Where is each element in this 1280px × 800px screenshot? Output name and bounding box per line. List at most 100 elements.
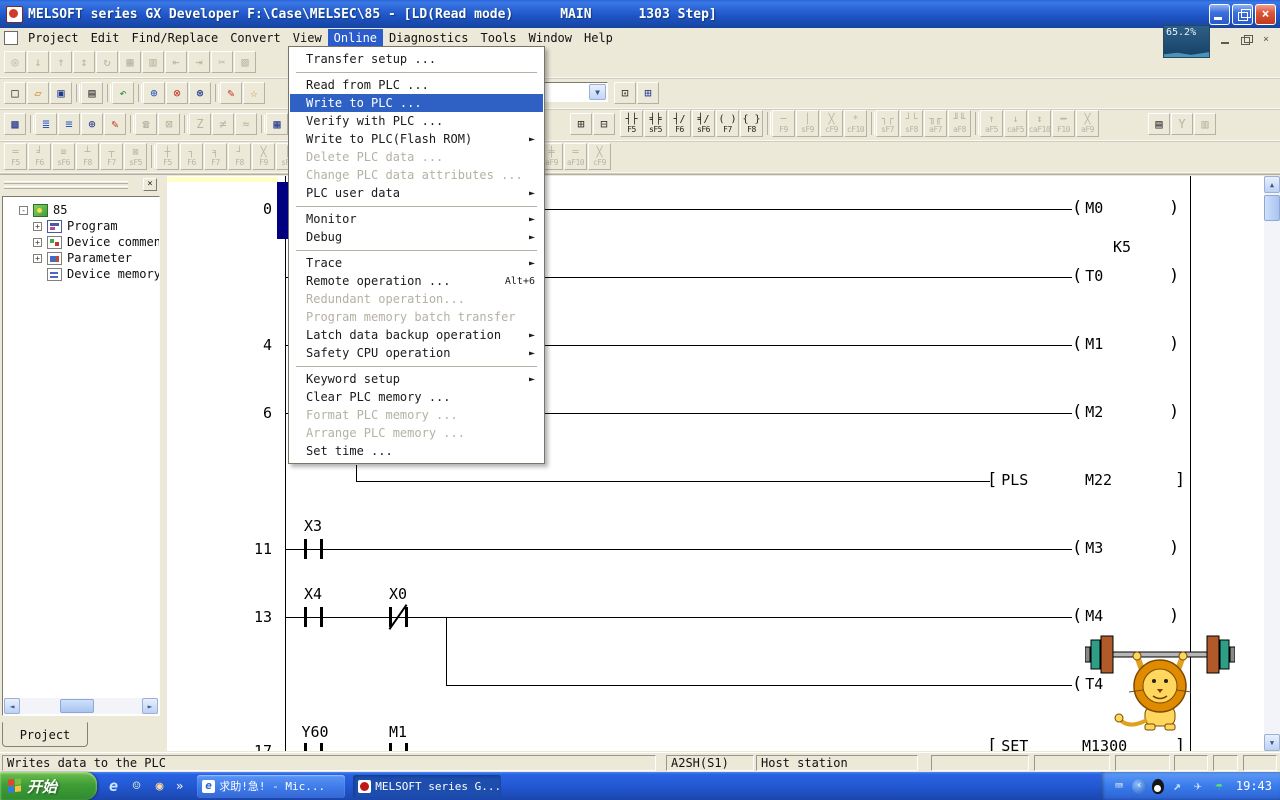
scroll-right-icon[interactable]: ► bbox=[142, 698, 158, 714]
ladder-symbol-button[interactable]: ┘ F8 bbox=[228, 143, 251, 170]
contact-M1[interactable] bbox=[389, 743, 392, 751]
mdi-restore-button[interactable] bbox=[1238, 33, 1254, 46]
menu-item[interactable] bbox=[290, 202, 543, 210]
tree-item[interactable]: + Program bbox=[33, 218, 118, 234]
keyboard-icon[interactable]: ⌨ bbox=[1111, 779, 1127, 794]
tree-item[interactable]: + Device comment bbox=[33, 234, 160, 250]
tree-horizontal-scrollbar[interactable]: ◄ ► bbox=[4, 698, 158, 714]
coil-M2[interactable]: M2 bbox=[1072, 403, 1103, 421]
coil-M3[interactable]: M3 bbox=[1072, 539, 1103, 557]
ladder-symbol-button[interactable]: ┐ F6 bbox=[180, 143, 203, 170]
internet-explorer-icon[interactable]: e bbox=[105, 778, 122, 795]
ladder-symbol-button[interactable]: ┼ F5 bbox=[156, 143, 179, 170]
menubar-item[interactable]: Edit bbox=[85, 29, 126, 47]
menubar-item[interactable]: Tools bbox=[475, 29, 523, 47]
ladder-symbol-button[interactable]: ╛ F6 bbox=[28, 143, 51, 170]
toolbar-button[interactable]: ↓ bbox=[27, 51, 49, 73]
menu-item[interactable]: Transfer setup ... bbox=[290, 50, 543, 68]
toolbar-button[interactable]: ≈ bbox=[235, 113, 257, 135]
ladder-symbol-button[interactable]: ↕ caF10 bbox=[1028, 110, 1051, 137]
toolbar-button[interactable]: Y bbox=[1171, 113, 1193, 135]
menu-item[interactable]: Change PLC data attributes ... bbox=[290, 166, 543, 184]
taskbar-task-button[interactable]: 求助!急! - Mic... bbox=[197, 775, 345, 798]
toolbar-button[interactable] bbox=[181, 113, 188, 135]
toolbar-button[interactable]: ✎ bbox=[220, 82, 242, 104]
tree-root-item[interactable]: - 85 bbox=[19, 202, 67, 218]
menu-item[interactable]: Program memory batch transfer bbox=[290, 308, 543, 326]
toolbar-button[interactable]: ⊟ bbox=[593, 113, 615, 135]
scroll-thumb[interactable] bbox=[60, 699, 94, 713]
menubar-item[interactable]: Diagnostics bbox=[383, 29, 474, 47]
menu-item[interactable]: Clear PLC memory ... bbox=[290, 388, 543, 406]
language-bar-icon[interactable]: ‹ bbox=[1132, 779, 1147, 794]
toolbar-button[interactable]: ⊠ bbox=[158, 113, 180, 135]
toolbar-button[interactable]: ⊗ bbox=[166, 82, 188, 104]
scroll-left-icon[interactable]: ◄ bbox=[4, 698, 20, 714]
toolbar-button[interactable]: ⊕ bbox=[81, 113, 103, 135]
ladder-symbol-button[interactable]: ↓ caF5 bbox=[1004, 110, 1027, 137]
instruction-SET[interactable]: SET bbox=[987, 737, 1028, 751]
toolbar-button[interactable]: ☆ bbox=[243, 82, 265, 104]
tree-item[interactable]: Device memory bbox=[33, 266, 160, 282]
toolbar-button[interactable]: ▤ bbox=[81, 82, 103, 104]
toolbar-button[interactable]: ↑ bbox=[50, 51, 72, 73]
toolbar-button[interactable]: ▩ bbox=[4, 113, 26, 135]
expand-box[interactable]: + bbox=[33, 238, 42, 247]
toolbar-button[interactable]: ✎ bbox=[104, 113, 126, 135]
toolbar-button[interactable] bbox=[27, 113, 34, 135]
arrow-icon[interactable]: ↗ bbox=[1169, 779, 1185, 794]
menubar-item[interactable]: Help bbox=[578, 29, 619, 47]
toolbar-button[interactable]: ▤ bbox=[1148, 113, 1170, 135]
menu-item[interactable]: Write to PLC(Flash ROM) ► bbox=[290, 130, 543, 148]
toolbar-button[interactable]: ≡ bbox=[58, 113, 80, 135]
ladder-symbol-button[interactable] bbox=[764, 110, 771, 137]
menu-item[interactable] bbox=[290, 246, 543, 254]
qq-icon[interactable] bbox=[1152, 779, 1164, 794]
mdi-minimize-button[interactable] bbox=[1218, 33, 1234, 46]
ladder-symbol-button[interactable]: ┴ F8 bbox=[76, 143, 99, 170]
toolbar-button[interactable] bbox=[258, 113, 265, 135]
tree-item[interactable]: + Parameter bbox=[33, 250, 132, 266]
menubar-item[interactable]: Find/Replace bbox=[125, 29, 224, 47]
ladder-symbol-button[interactable]: ╳ cF9 bbox=[588, 143, 611, 170]
ladder-symbol-button[interactable] bbox=[148, 143, 155, 170]
ladder-symbol-button[interactable]: ⊠ sF5 bbox=[124, 143, 147, 170]
toolbar-button[interactable]: ☎ bbox=[135, 113, 157, 135]
toolbar-button[interactable] bbox=[73, 82, 80, 104]
restore-button[interactable] bbox=[1232, 4, 1253, 25]
menu-item[interactable]: Format PLC memory ... bbox=[290, 406, 543, 424]
menu-item[interactable]: PLC user data ► bbox=[290, 184, 543, 202]
collapse-box[interactable]: - bbox=[19, 206, 28, 215]
ladder-symbol-button[interactable]: ↑ aF5 bbox=[980, 110, 1003, 137]
project-tab[interactable]: Project bbox=[2, 722, 88, 747]
toolbar-button[interactable]: ▥ bbox=[142, 51, 164, 73]
toolbar-button[interactable]: ▱ bbox=[27, 82, 49, 104]
menubar-item[interactable]: Online bbox=[328, 29, 383, 47]
ladder-symbol-button[interactable]: ═ aF10 bbox=[564, 143, 587, 170]
operand-M22[interactable]: M22 bbox=[1085, 471, 1112, 489]
coil-T0[interactable]: T0 bbox=[1072, 267, 1103, 285]
menu-item[interactable]: Monitor ► bbox=[290, 210, 543, 228]
toolbar-button[interactable]: ↶ bbox=[112, 82, 134, 104]
chevron-more-icon[interactable]: » bbox=[176, 779, 183, 793]
expand-box[interactable]: + bbox=[33, 254, 42, 263]
ladder-symbol-button[interactable]: ╳ F9 bbox=[252, 143, 275, 170]
toolbar-button[interactable]: ▧ bbox=[234, 51, 256, 73]
coil-M4[interactable]: M4 bbox=[1072, 607, 1103, 625]
ladder-symbol-button[interactable]: * cF10 bbox=[844, 110, 867, 137]
ladder-symbol-button[interactable] bbox=[972, 110, 979, 137]
ladder-symbol-button[interactable]: ═ F5 bbox=[4, 143, 27, 170]
toolbar-button[interactable]: ▦ bbox=[266, 113, 288, 135]
panel-drag-handle[interactable] bbox=[4, 181, 128, 184]
ladder-symbol-button[interactable]: ─ F9 bbox=[772, 110, 795, 137]
media-player-icon[interactable]: ◉ bbox=[151, 778, 168, 795]
menu-item[interactable]: Read from PLC ... bbox=[290, 76, 543, 94]
ladder-symbol-button[interactable] bbox=[868, 110, 875, 137]
toolbar-button[interactable]: ⇥ bbox=[188, 51, 210, 73]
menu-item[interactable]: Latch data backup operation ► bbox=[290, 326, 543, 344]
toolbar-button[interactable]: ↕ bbox=[73, 51, 95, 73]
scroll-up-icon[interactable]: ▲ bbox=[1264, 176, 1280, 193]
contact-X4[interactable] bbox=[304, 607, 307, 627]
toolbar-button[interactable]: Z bbox=[189, 113, 211, 135]
toolbar-button[interactable] bbox=[127, 113, 134, 135]
